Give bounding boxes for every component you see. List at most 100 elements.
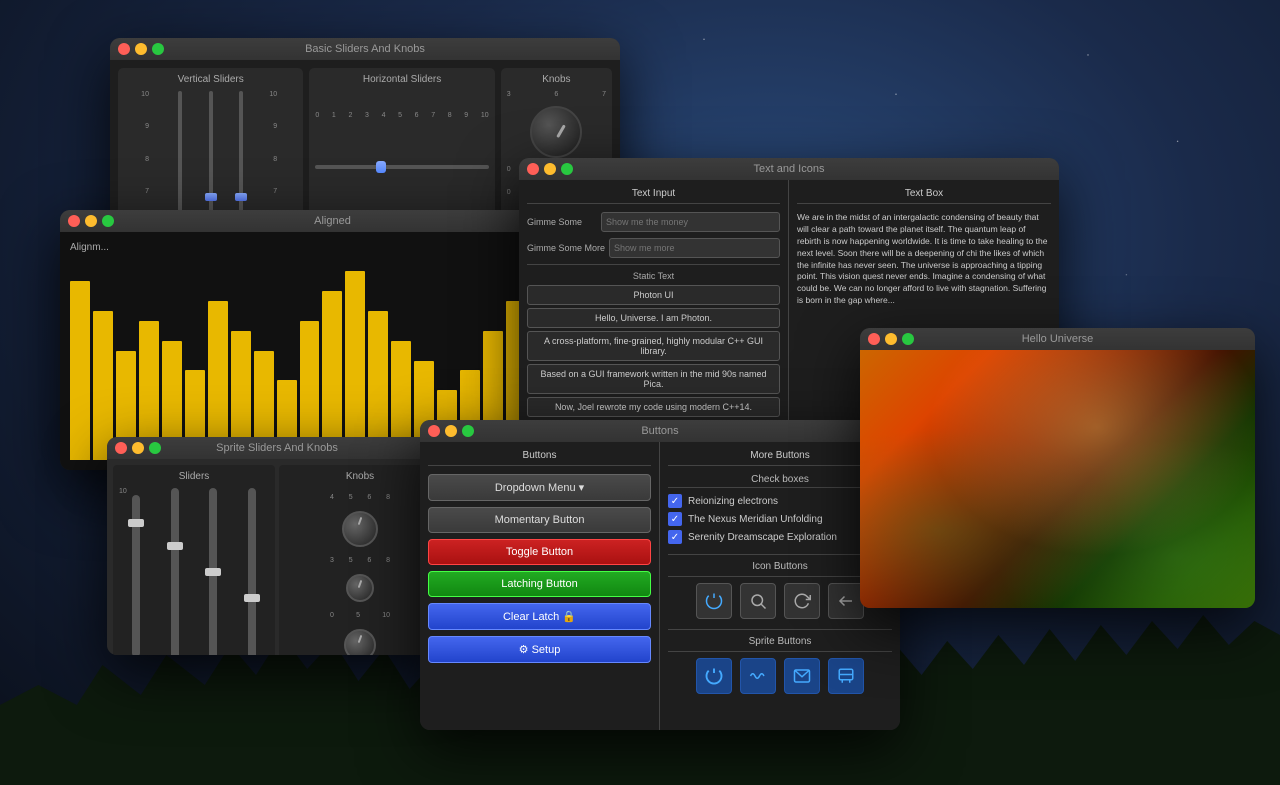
- sprite-thumb-3[interactable]: [205, 568, 221, 576]
- sprite-track-2[interactable]: [171, 488, 179, 655]
- sprite-knob-scale-1: 4568: [330, 494, 390, 501]
- checkbox-3[interactable]: ✓: [668, 530, 682, 544]
- checkbox-2[interactable]: ✓: [668, 512, 682, 526]
- titlebar-buttons: Buttons: [420, 420, 900, 442]
- close-button[interactable]: [527, 163, 539, 175]
- vertical-sliders-title: Vertical Sliders: [124, 74, 297, 85]
- maximize-button[interactable]: [152, 43, 164, 55]
- sprite-buttons-section: Sprite Buttons: [668, 636, 892, 694]
- sprite-sliders-label: Sliders: [119, 471, 269, 482]
- minimize-button[interactable]: [445, 425, 457, 437]
- window-title-text: Text and Icons: [754, 163, 825, 175]
- buttons-section-title: Buttons: [428, 450, 651, 466]
- minimize-button[interactable]: [85, 215, 97, 227]
- sprite-bus-button[interactable]: [828, 658, 864, 694]
- back-icon-button[interactable]: [828, 583, 864, 619]
- sprite-knob-3[interactable]: [344, 629, 376, 655]
- sprite-vslider-3[interactable]: [196, 488, 231, 655]
- knob-1[interactable]: [530, 106, 582, 158]
- hslider-thumb-1[interactable]: [376, 161, 386, 173]
- sprite-knob-1[interactable]: [342, 511, 378, 547]
- sprite-mail-icon: [793, 667, 811, 685]
- close-button[interactable]: [115, 442, 127, 454]
- sprite-thumb-2[interactable]: [167, 542, 183, 550]
- checkboxes-title: Check boxes: [668, 474, 892, 488]
- sprite-knobs-container: 4568 3568 0510: [285, 488, 435, 655]
- sprite-wave-button[interactable]: [740, 658, 776, 694]
- titlebar-text: Text and Icons: [519, 158, 1059, 180]
- window-title-sliders: Basic Sliders And Knobs: [305, 43, 425, 55]
- static-text-1: Photon UI: [527, 285, 780, 305]
- window-title-buttons: Buttons: [641, 425, 678, 437]
- sprite-sliders-row: 10 0: [119, 488, 269, 655]
- momentary-button[interactable]: Momentary Button: [428, 507, 651, 533]
- sprite-track-4[interactable]: [248, 488, 256, 655]
- checkboxes-section: Check boxes ✓ Reionizing electrons ✓ The…: [668, 474, 892, 544]
- sprite-power-button[interactable]: [696, 658, 732, 694]
- sprite-sliders-window: Sprite Sliders And Knobs Sliders 10 0: [107, 437, 447, 655]
- checkbox-item-2[interactable]: ✓ The Nexus Meridian Unfolding: [668, 512, 892, 526]
- static-text-5: Now, Joel rewrote my code using modern C…: [527, 397, 780, 417]
- refresh-icon: [793, 592, 811, 610]
- sprite-thumb-4[interactable]: [244, 594, 260, 602]
- traffic-lights-text: [527, 163, 573, 175]
- search-icon-button[interactable]: [740, 583, 776, 619]
- maximize-button[interactable]: [561, 163, 573, 175]
- traffic-lights-sliders: [118, 43, 164, 55]
- bar-12: [322, 291, 342, 460]
- static-text-title: Static Text: [527, 271, 780, 281]
- sprite-buttons-title: Sprite Buttons: [668, 636, 892, 652]
- maximize-button[interactable]: [902, 333, 914, 345]
- close-button[interactable]: [428, 425, 440, 437]
- dropdown-button[interactable]: Dropdown Menu ▾: [428, 474, 651, 501]
- sprite-vslider-2[interactable]: [158, 488, 193, 655]
- window-title-sprite: Sprite Sliders And Knobs: [216, 442, 338, 454]
- divider-icon-btns: [668, 554, 892, 555]
- horizontal-sliders-title: Horizontal Sliders: [315, 74, 488, 85]
- power-icon-button[interactable]: [696, 583, 732, 619]
- checkbox-item-1[interactable]: ✓ Reionizing electrons: [668, 494, 892, 508]
- close-button[interactable]: [118, 43, 130, 55]
- vslider-thumb-3[interactable]: [235, 193, 247, 201]
- text-input-title: Text Input: [527, 188, 780, 204]
- minimize-button[interactable]: [544, 163, 556, 175]
- sprite-knob-2[interactable]: [346, 574, 374, 602]
- checkbox-1[interactable]: ✓: [668, 494, 682, 508]
- maximize-button[interactable]: [149, 442, 161, 454]
- toggle-button[interactable]: Toggle Button: [428, 539, 651, 565]
- clear-latch-button[interactable]: Clear Latch 🔒: [428, 603, 651, 630]
- bar-1: [70, 281, 90, 460]
- sprite-vslider-4[interactable]: [235, 488, 270, 655]
- sprite-track-3[interactable]: [209, 488, 217, 655]
- buttons-left-panel: Buttons Dropdown Menu ▾ Momentary Button…: [420, 442, 660, 730]
- sprite-vslider-1[interactable]: 10 0: [119, 488, 154, 655]
- aligned-label: Alignm...: [70, 242, 595, 253]
- minimize-button[interactable]: [885, 333, 897, 345]
- text-input-1[interactable]: [601, 212, 780, 232]
- latch-button[interactable]: Latching Button: [428, 571, 651, 597]
- refresh-icon-button[interactable]: [784, 583, 820, 619]
- sprite-track-1[interactable]: [132, 495, 140, 655]
- checkbox-item-3[interactable]: ✓ Serenity Dreamscape Exploration: [668, 530, 892, 544]
- minimize-button[interactable]: [135, 43, 147, 55]
- hslider-1[interactable]: [315, 165, 488, 169]
- vslider-thumb-2[interactable]: [205, 193, 217, 201]
- maximize-button[interactable]: [462, 425, 474, 437]
- icon-buttons-section: Icon Buttons: [668, 561, 892, 619]
- text-input-2[interactable]: [609, 238, 780, 258]
- static-text-3: A cross-platform, fine-grained, highly m…: [527, 331, 780, 361]
- close-button[interactable]: [868, 333, 880, 345]
- setup-button[interactable]: ⚙ Setup: [428, 636, 651, 663]
- sprite-thumb-1[interactable]: [128, 519, 144, 527]
- sprite-content: Sliders 10 0: [107, 459, 447, 655]
- close-button[interactable]: [68, 215, 80, 227]
- sprite-mail-button[interactable]: [784, 658, 820, 694]
- maximize-button[interactable]: [102, 215, 114, 227]
- traffic-lights-universe: [868, 333, 914, 345]
- minimize-button[interactable]: [132, 442, 144, 454]
- traffic-lights-sprite: [115, 442, 161, 454]
- knob-scale-top: 367: [507, 91, 606, 98]
- static-text-2: Hello, Universe. I am Photon.: [527, 308, 780, 328]
- sprite-wave-icon: [749, 667, 767, 685]
- window-title-universe: Hello Universe: [1022, 333, 1094, 345]
